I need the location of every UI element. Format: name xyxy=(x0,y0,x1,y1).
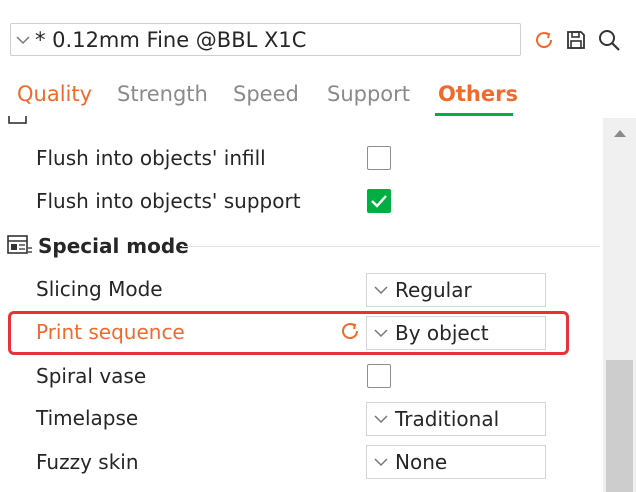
special-mode-icon xyxy=(7,234,33,258)
slicing-mode-label: Slicing Mode xyxy=(36,277,163,301)
reset-icon[interactable] xyxy=(531,27,557,53)
slicing-mode-select[interactable]: Regular xyxy=(366,273,546,307)
tab-quality[interactable]: Quality xyxy=(17,82,92,106)
active-tab-indicator xyxy=(435,113,513,116)
fuzzy-skin-select[interactable]: None xyxy=(366,445,546,479)
flush-support-label: Flush into objects' support xyxy=(36,189,301,213)
section-icon-partial xyxy=(8,116,28,126)
save-icon[interactable] xyxy=(563,27,589,53)
reset-icon[interactable] xyxy=(339,320,363,344)
chevron-down-icon xyxy=(367,316,395,350)
tab-others[interactable]: Others xyxy=(438,82,518,106)
tab-support[interactable]: Support xyxy=(327,82,410,106)
tab-strength[interactable]: Strength xyxy=(117,82,208,106)
chevron-down-icon xyxy=(367,273,395,307)
scroll-up-arrow-icon[interactable] xyxy=(603,118,636,148)
preset-name: * 0.12mm Fine @BBL X1C xyxy=(35,27,307,52)
timelapse-label: Timelapse xyxy=(36,406,139,430)
print-sequence-select[interactable]: By object xyxy=(366,316,546,350)
section-title: Special mode xyxy=(38,234,189,258)
preset-dropdown[interactable]: * 0.12mm Fine @BBL X1C xyxy=(10,23,521,56)
scrollbar-thumb[interactable] xyxy=(606,360,633,492)
timelapse-value: Traditional xyxy=(395,407,500,431)
spiral-vase-checkbox[interactable] xyxy=(367,364,391,388)
fuzzy-skin-label: Fuzzy skin xyxy=(36,450,139,474)
search-icon[interactable] xyxy=(596,27,622,53)
print-sequence-label: Print sequence xyxy=(36,320,185,344)
chevron-down-icon xyxy=(11,23,35,56)
spiral-vase-label: Spiral vase xyxy=(36,364,147,388)
chevron-down-icon xyxy=(367,402,395,436)
flush-support-checkbox[interactable] xyxy=(367,189,391,213)
print-sequence-value: By object xyxy=(395,321,489,345)
flush-infill-checkbox[interactable] xyxy=(367,146,391,170)
section-divider xyxy=(182,246,600,247)
fuzzy-skin-value: None xyxy=(395,450,448,474)
timelapse-select[interactable]: Traditional xyxy=(366,402,546,436)
checkmark-icon xyxy=(371,195,387,208)
chevron-down-icon xyxy=(367,445,395,479)
tab-speed[interactable]: Speed xyxy=(233,82,299,106)
flush-infill-label: Flush into objects' infill xyxy=(36,146,266,170)
slicing-mode-value: Regular xyxy=(395,278,472,302)
